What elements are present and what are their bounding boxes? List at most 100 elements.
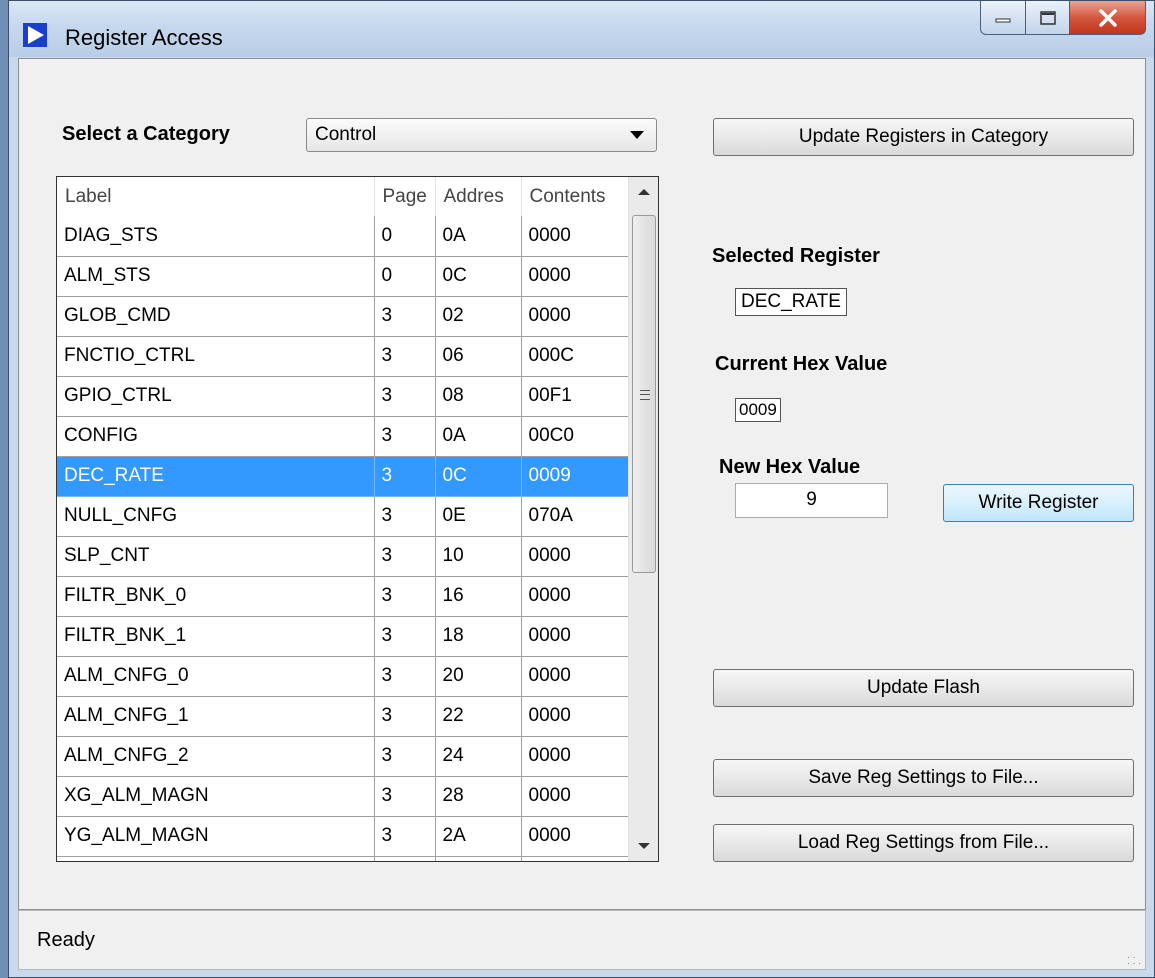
cell-label: ALM_CNFG_0 [57, 656, 375, 697]
table-row[interactable]: FNCTIO_CTRL 3 06 000C [57, 336, 629, 377]
cell-contents: 00F1 [521, 376, 629, 417]
cell-contents: 0000 [521, 656, 629, 697]
cell-page: 3 [374, 776, 436, 817]
load-settings-button[interactable]: Load Reg Settings from File... [713, 824, 1134, 862]
cell-page: 3 [374, 296, 436, 337]
resize-grip-icon[interactable]: . .. . . [1127, 951, 1141, 967]
category-dropdown[interactable]: Control [306, 118, 657, 152]
close-button[interactable] [1070, 1, 1146, 35]
cell-page: 3 [374, 416, 436, 457]
column-header-address[interactable]: Addres [435, 177, 522, 216]
cell-label: YG_ALM_MAGN [57, 816, 375, 857]
current-hex-value: 0009 [735, 398, 781, 422]
cell-label: ALM_STS [57, 256, 375, 297]
chevron-down-icon [630, 131, 644, 139]
list-scrollbar[interactable] [628, 177, 658, 861]
cell-label: DIAG_STS [57, 216, 375, 257]
column-header-page[interactable]: Page [374, 177, 436, 216]
status-bar: Ready . .. . . [18, 910, 1146, 970]
maximize-button[interactable] [1026, 1, 1070, 35]
category-label: Select a Category [62, 123, 230, 145]
cell-page: 3 [374, 376, 436, 417]
cell-page: 3 [374, 456, 436, 497]
cell-address: 10 [435, 536, 522, 577]
table-row[interactable]: DEC_RATE 3 0C 0009 [57, 456, 629, 497]
cell-address: 0C [435, 256, 522, 297]
table-row[interactable]: NULL_CNFG 3 0E 070A [57, 496, 629, 537]
new-hex-input[interactable]: 9 [735, 483, 888, 518]
column-header-label[interactable]: Label [57, 177, 375, 216]
table-row[interactable]: ALM_STS 0 0C 0000 [57, 256, 629, 297]
write-register-button[interactable]: Write Register [943, 484, 1134, 522]
cell-address: 06 [435, 336, 522, 377]
cell-page: 0 [374, 216, 436, 257]
scrollbar-thumb[interactable] [632, 215, 656, 573]
save-settings-button[interactable]: Save Reg Settings to File... [713, 759, 1134, 797]
cell-page: 3 [374, 616, 436, 657]
cell-label: ALM_CNFG_1 [57, 696, 375, 737]
table-row[interactable]: CONFIG 3 0A 00C0 [57, 416, 629, 457]
cell-address: 22 [435, 696, 522, 737]
cell-address: 24 [435, 736, 522, 777]
scroll-down-icon[interactable] [638, 843, 650, 849]
selected-register-value: DEC_RATE [735, 288, 847, 316]
cell-contents: 0000 [521, 696, 629, 737]
table-row[interactable]: GPIO_CTRL 3 08 00F1 [57, 376, 629, 417]
update-registers-button[interactable]: Update Registers in Category [713, 118, 1134, 156]
table-row[interactable]: ZG_ALM_MAGN32C0000 [57, 856, 629, 861]
cell-contents: 0000 [521, 816, 629, 857]
cell-label: FNCTIO_CTRL [57, 336, 375, 377]
register-access-window: Register Access Select a Category Contro… [8, 0, 1155, 978]
cell-label: FILTR_BNK_1 [57, 616, 375, 657]
grip-icon [640, 390, 650, 400]
cell-label: GPIO_CTRL [57, 376, 375, 417]
cell-page: 3 [374, 736, 436, 777]
category-selected-value: Control [315, 124, 377, 145]
table-row[interactable]: ALM_CNFG_2 3 24 0000 [57, 736, 629, 777]
column-header-contents[interactable]: Contents [521, 177, 629, 216]
cell-label: GLOB_CMD [57, 296, 375, 337]
table-row[interactable]: DIAG_STS 0 0A 0000 [57, 216, 629, 257]
cell-label: CONFIG [57, 416, 375, 457]
table-header: Label Page Addres Contents [57, 177, 629, 216]
table-row[interactable]: ALM_CNFG_1 3 22 0000 [57, 696, 629, 737]
cell-page: 3 [374, 536, 436, 577]
minimize-button[interactable] [980, 1, 1026, 35]
current-hex-heading: Current Hex Value [715, 353, 888, 375]
table-row[interactable]: YG_ALM_MAGN 3 2A 0000 [57, 816, 629, 857]
cell-contents: 0000 [521, 736, 629, 777]
table-row[interactable]: ALM_CNFG_0 3 20 0000 [57, 656, 629, 697]
cell-contents: 0000 [521, 616, 629, 657]
cell-contents: 0000 [521, 536, 629, 577]
table-row[interactable]: SLP_CNT 3 10 0000 [57, 536, 629, 577]
title-bar[interactable]: Register Access [9, 1, 1154, 57]
cell-label: SLP_CNT [57, 536, 375, 577]
cell-label: FILTR_BNK_0 [57, 576, 375, 617]
new-hex-heading: New Hex Value [719, 456, 861, 478]
cell-contents: 0000 [521, 576, 629, 617]
scroll-up-icon[interactable] [638, 189, 650, 195]
update-flash-button[interactable]: Update Flash [713, 669, 1134, 707]
close-icon [1098, 8, 1117, 27]
cell-contents: 0000 [521, 296, 629, 337]
client-area: Select a Category Control Update Registe… [18, 58, 1146, 910]
cell-page: 3 [374, 576, 436, 617]
cell-contents: 0000 [521, 856, 629, 861]
cell-address: 0A [435, 216, 522, 257]
cell-address: 20 [435, 656, 522, 697]
status-text: Ready [37, 929, 95, 951]
cell-address: 0C [435, 456, 522, 497]
table-row[interactable]: GLOB_CMD 3 02 0000 [57, 296, 629, 337]
cell-label: DEC_RATE [57, 456, 375, 497]
register-list[interactable]: Label Page Addres Contents DIAG_STS 0 0A 00… [56, 176, 659, 862]
cell-page: 3 [374, 816, 436, 857]
table-row[interactable]: FILTR_BNK_0 3 16 0000 [57, 576, 629, 617]
cell-contents: 0000 [521, 256, 629, 297]
table-row[interactable]: FILTR_BNK_1 3 18 0000 [57, 616, 629, 657]
cell-contents: 0009 [521, 456, 629, 497]
cell-contents: 0000 [521, 216, 629, 257]
table-row[interactable]: XG_ALM_MAGN 3 28 0000 [57, 776, 629, 817]
cell-address: 18 [435, 616, 522, 657]
cell-page: 3 [374, 696, 436, 737]
cell-address: 0E [435, 496, 522, 537]
